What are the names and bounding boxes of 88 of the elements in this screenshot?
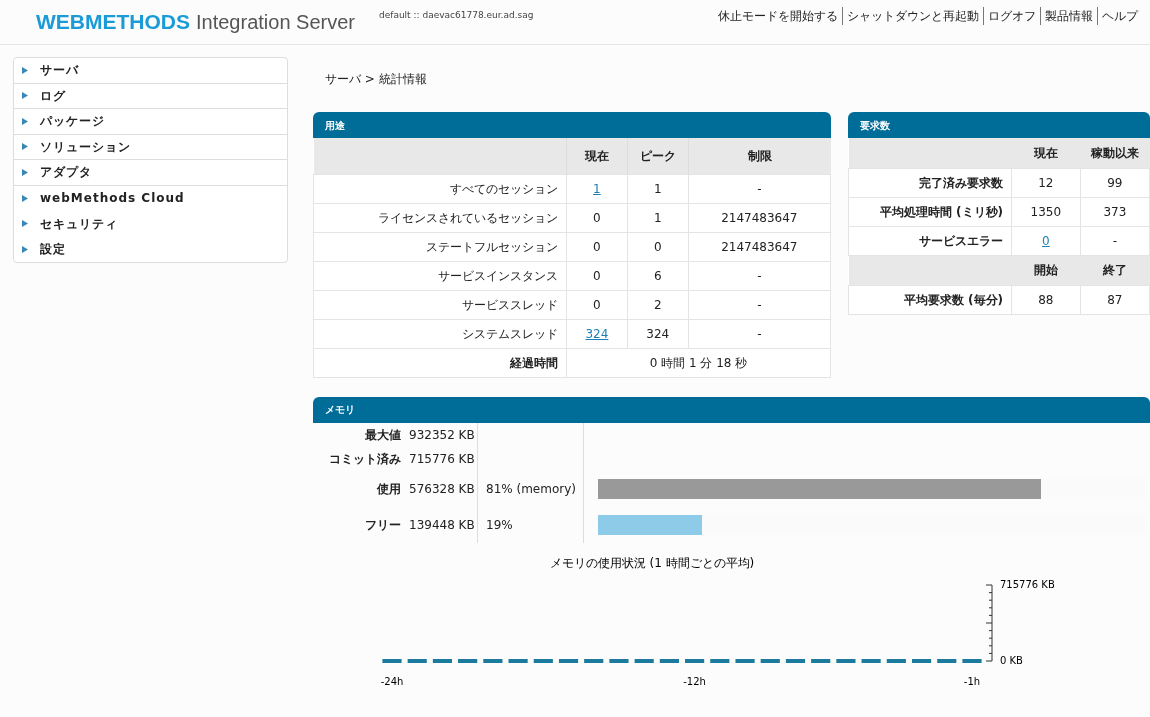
header-link[interactable]: ヘルプ (1097, 7, 1142, 25)
table-cell: 12 (1038, 175, 1054, 190)
chart-title: メモリの使用状況 (1 時間ごとの平均) (549, 555, 754, 570)
sidebar-item[interactable]: サーバ (14, 58, 287, 84)
header-link[interactable]: シャットダウンと再起動 (842, 7, 983, 25)
product-name: Integration Server (196, 10, 355, 35)
sidebar-item[interactable]: ログ (14, 83, 287, 109)
memory-label: 使用 (376, 480, 401, 498)
y-tick-label: 0 KB (999, 654, 1023, 666)
brand-logo: WEBMETHODS (36, 9, 190, 36)
triangle-icon (22, 143, 28, 151)
value-link[interactable]: 1 (593, 181, 601, 196)
memory-label: コミット済み (328, 450, 401, 468)
column-header: 現在 (1011, 138, 1081, 168)
row-label: 完了済み要求数 (919, 175, 1003, 190)
row-label: 平均処理時間 (ミリ秒) (879, 204, 1003, 219)
table-cell: 0 (593, 239, 601, 254)
server-name: default :: daevac61778.eur.ad.sag (379, 9, 534, 23)
table-cell: - (757, 326, 762, 341)
table-cell: - (757, 297, 762, 312)
table-cell: 0 (593, 210, 601, 225)
row-label: サービスエラー (919, 233, 1003, 248)
table-cell: - (757, 268, 762, 283)
triangle-icon (22, 245, 28, 253)
table-cell: 1 (653, 210, 662, 225)
memory-value: 139448 KB (409, 516, 475, 534)
header-link[interactable]: 製品情報 (1040, 7, 1097, 25)
row-label: 経過時間 (510, 355, 558, 370)
table-cell: 6 (653, 268, 662, 283)
column-header: 開始 (1011, 255, 1081, 285)
memory-value: 576328 KB (409, 480, 475, 498)
table-cell: 88 (1038, 292, 1054, 307)
x-tick-label: -1h (963, 675, 980, 687)
table-cell: 0 (593, 297, 601, 312)
sidebar-item[interactable]: ソリューション (14, 134, 287, 160)
triangle-icon (22, 220, 28, 228)
sidebar-item[interactable]: webMethods Cloud (14, 185, 287, 211)
panel-header: 用途 (313, 112, 831, 138)
row-label: サービスインスタンス (438, 268, 558, 283)
column-header: 稼動以来 (1080, 138, 1150, 168)
panel-header: 要求数 (848, 112, 1150, 138)
memory-value: 932352 KB (409, 426, 475, 444)
memory-label: 最大値 (364, 426, 401, 444)
table-cell: 2147483647 (721, 239, 798, 254)
table-cell: 324 (646, 326, 670, 341)
table-cell: - (1112, 233, 1117, 248)
row-label: ステートフルセッション (426, 239, 558, 254)
memory-percent: 81% (memory) (486, 480, 576, 498)
row-label: システムスレッド (462, 326, 558, 341)
triangle-icon (22, 66, 28, 74)
value-link[interactable]: 0 (1042, 233, 1050, 248)
column-header: 現在 (566, 138, 628, 174)
sidebar-item[interactable]: セキュリティ (14, 211, 287, 237)
table-cell: 1 (653, 181, 662, 196)
sidebar-item[interactable]: パッケージ (14, 109, 287, 135)
memory-value: 715776 KB (409, 450, 475, 468)
table-cell: 2147483647 (721, 210, 798, 225)
y-tick-label: 715776 KB (999, 578, 1055, 590)
row-label: 平均要求数 (毎分) (903, 292, 1003, 307)
elapsed-time: 0 時間 1 分 18 秒 (649, 355, 748, 370)
table-cell: - (757, 181, 762, 196)
sidebar-item[interactable]: アダプタ (14, 160, 287, 186)
table-cell: 99 (1107, 175, 1123, 190)
column-header: ピーク (627, 138, 689, 174)
triangle-icon (22, 117, 28, 125)
table-cell: 0 (653, 239, 662, 254)
x-tick-label: -24h (380, 675, 403, 687)
panel-header: メモリ (313, 396, 1150, 423)
table-cell: 0 (593, 268, 601, 283)
row-label: サービススレッド (462, 297, 558, 312)
header-link[interactable]: 休止モードを開始する (714, 7, 842, 25)
table-cell: 373 (1103, 204, 1127, 219)
triangle-icon (22, 168, 28, 176)
x-tick-label: -12h (682, 675, 706, 687)
memory-percent: 19% (486, 516, 513, 534)
table-cell: 87 (1107, 292, 1123, 307)
triangle-icon (22, 194, 28, 202)
table-cell: 2 (653, 297, 662, 312)
row-label: すべてのセッション (450, 181, 558, 196)
memory-label: フリー (364, 516, 401, 534)
row-label: ライセンスされているセッション (378, 210, 558, 225)
column-header: 終了 (1080, 255, 1150, 285)
table-cell: 1350 (1030, 204, 1062, 219)
sidebar-item[interactable]: 設定 (14, 236, 287, 262)
column-header: 制限 (688, 138, 831, 174)
triangle-icon (22, 92, 28, 100)
header-link[interactable]: ログオフ (983, 7, 1040, 25)
breadcrumb: サーバ > 統計情報 (325, 71, 428, 88)
